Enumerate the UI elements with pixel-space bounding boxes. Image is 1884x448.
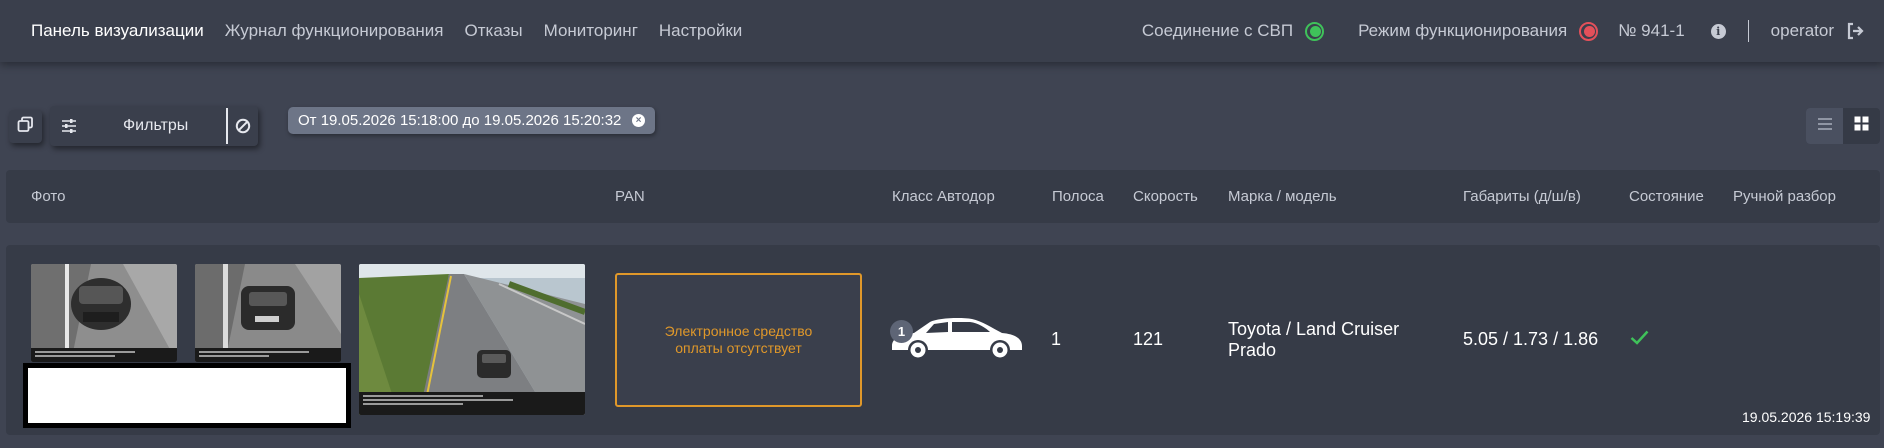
nav-item-failures[interactable]: Отказы xyxy=(465,21,523,41)
filter-chip-label: От 19.05.2026 15:18:00 до 19.05.2026 15:… xyxy=(298,112,622,129)
info-icon[interactable]: i xyxy=(1710,23,1726,39)
redacted-area xyxy=(23,363,351,428)
speed-value: 121 xyxy=(1133,329,1164,349)
connection-label: Соединение с СВП xyxy=(1141,21,1294,40)
copy-icon xyxy=(17,116,34,138)
close-circle-icon[interactable]: × xyxy=(632,114,645,127)
mode-label: Режим функционирования xyxy=(1358,21,1568,40)
mode-status-indicator xyxy=(1579,21,1599,41)
check-icon xyxy=(1630,330,1649,350)
list-view-button[interactable] xyxy=(1806,108,1843,144)
logout-icon[interactable] xyxy=(1846,22,1864,40)
pan-status-message: Электронное средство оплаты отсутствует xyxy=(664,323,813,356)
sliders-icon[interactable] xyxy=(61,118,77,139)
column-header-lane[interactable]: Полоса xyxy=(1052,188,1104,205)
column-header-dimensions[interactable]: Габариты (д/ш/в) xyxy=(1463,188,1581,205)
device-number: № 941-1 xyxy=(1618,21,1685,40)
connection-status-indicator xyxy=(1305,21,1325,41)
status-bar: Соединение с СВП Режим функционирования … xyxy=(1142,20,1884,42)
filters-separator xyxy=(226,108,228,144)
photo-overview[interactable] xyxy=(359,264,585,415)
grid-icon xyxy=(1854,116,1869,136)
lane-value: 1 xyxy=(1051,329,1062,349)
vehicle-class: 1 xyxy=(890,316,1024,362)
column-header-photo[interactable]: Фото xyxy=(31,188,65,205)
top-navbar: Панель визуализации Журнал функционирова… xyxy=(0,0,1884,62)
filters-button[interactable]: Фильтры xyxy=(123,117,188,135)
nav-item-dashboard[interactable]: Панель визуализации xyxy=(31,21,204,41)
view-toggle xyxy=(1806,108,1880,144)
nav-item-journal[interactable]: Журнал функционирования xyxy=(225,21,444,41)
row-timestamp: 19.05.2026 15:19:39 xyxy=(1742,409,1871,425)
filter-chip-date-range: От 19.05.2026 15:18:00 до 19.05.2026 15:… xyxy=(288,107,655,134)
table-header: Фото PAN Класс Автодор Полоса Скорость М… xyxy=(6,170,1880,223)
column-header-class[interactable]: Класс Автодор xyxy=(892,188,995,205)
vehicle-class-badge: 1 xyxy=(890,320,913,343)
nav-item-monitoring[interactable]: Мониторинг xyxy=(544,21,638,41)
block-icon[interactable] xyxy=(235,118,251,139)
nav-divider xyxy=(1747,20,1749,42)
list-icon xyxy=(1817,117,1833,136)
column-header-state[interactable]: Состояние xyxy=(1629,188,1704,205)
column-header-manual-review[interactable]: Ручной разбор xyxy=(1733,188,1836,205)
copy-button[interactable] xyxy=(9,110,42,143)
username: operator xyxy=(1770,21,1834,40)
dimensions-value: 5.05 / 1.73 / 1.86 xyxy=(1463,329,1599,349)
make-model-value: Toyota / Land Cruiser Prado xyxy=(1228,319,1400,360)
column-header-make-model[interactable]: Марка / модель xyxy=(1228,188,1337,205)
column-header-speed[interactable]: Скорость xyxy=(1133,188,1198,205)
grid-view-button[interactable] xyxy=(1843,108,1880,144)
photo-thumbnail-rear[interactable] xyxy=(195,264,341,362)
column-header-pan[interactable]: PAN xyxy=(615,188,645,205)
pan-status-box: Электронное средство оплаты отсутствует xyxy=(615,273,862,407)
photo-thumbnail-front[interactable] xyxy=(31,264,177,362)
nav-item-settings[interactable]: Настройки xyxy=(659,21,742,41)
vehicle-class-number: 1 xyxy=(897,324,906,339)
main-menu: Панель визуализации Журнал функционирова… xyxy=(0,21,763,41)
filters-button-group: Фильтры xyxy=(50,106,258,146)
